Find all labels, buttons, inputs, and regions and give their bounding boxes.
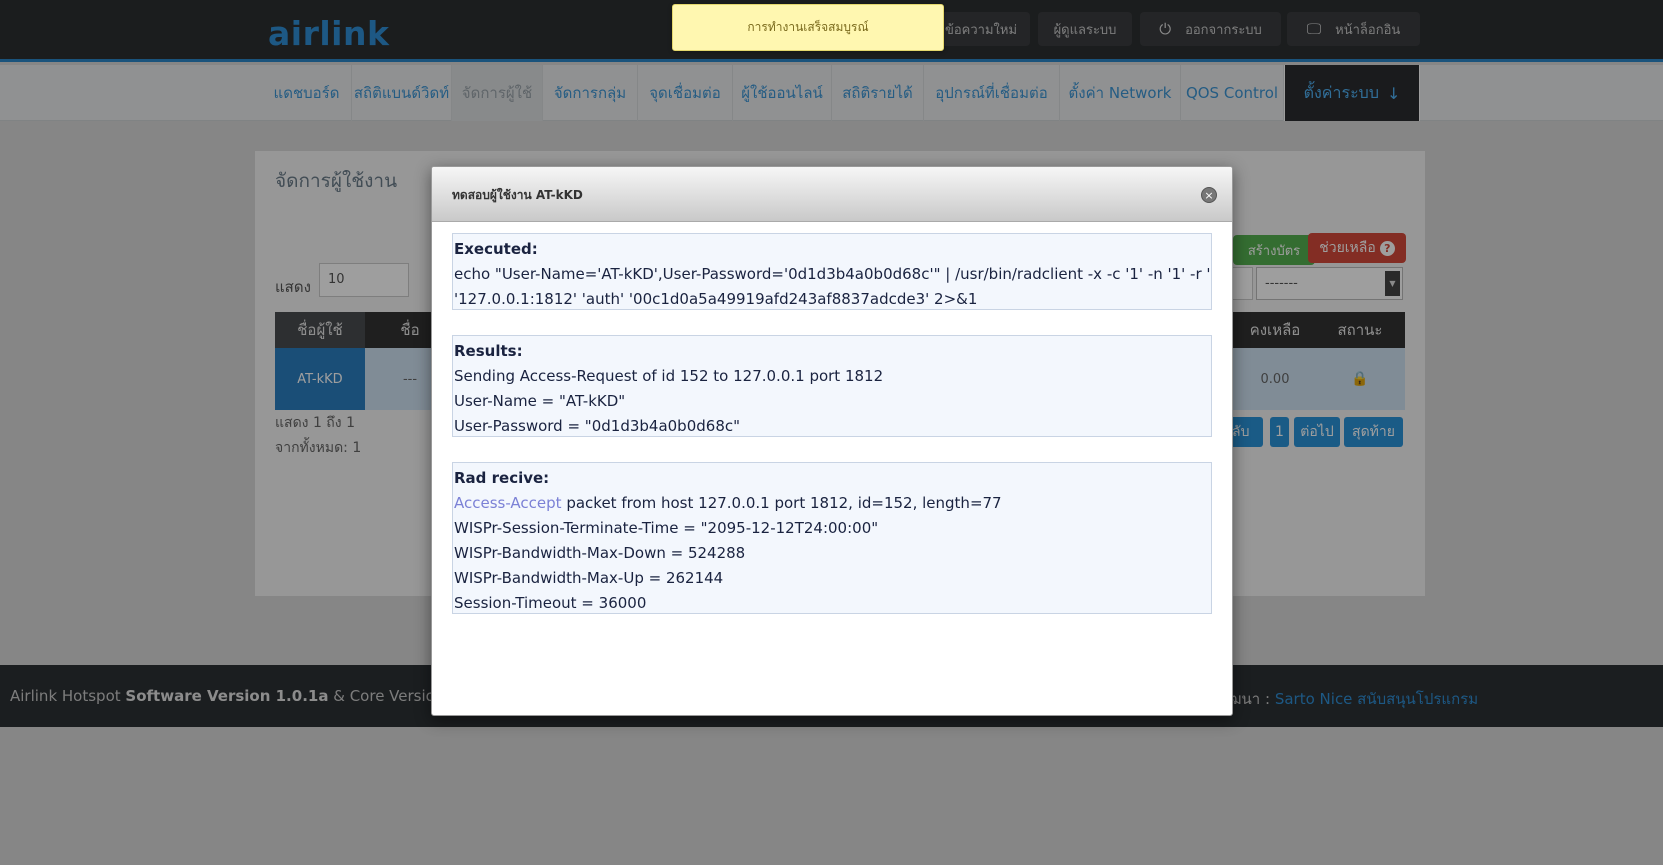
rad-line: WISPr-Bandwidth-Max-Down = 524288 [454,544,746,562]
executed-line: '127.0.0.1:1812' 'auth' '00c1d0a5a49919a… [454,290,978,308]
access-accept-label: Access-Accept [454,494,562,512]
test-user-dialog: ทดสอบผู้ใช้งาน AT-kKD × Executed: echo "… [431,166,1233,716]
dialog-header: ทดสอบผู้ใช้งาน AT-kKD × [432,167,1232,222]
results-line: Sending Access-Request of id 152 to 127.… [454,367,884,385]
close-icon[interactable]: × [1201,187,1217,203]
executed-heading: Executed: [454,240,538,258]
rad-heading: Rad recive: [454,469,550,487]
results-box: Results: Sending Access-Request of id 15… [452,335,1212,437]
results-line: User-Password = "0d1d3b4a0b0d68c" [454,417,741,435]
rad-receive-box: Rad recive: Access-Accept packet from ho… [452,462,1212,614]
access-accept-detail: packet from host 127.0.0.1 port 1812, id… [561,494,1002,512]
rad-line: WISPr-Bandwidth-Max-Up = 262144 [454,569,724,587]
rad-line: WISPr-Session-Terminate-Time = "2095-12-… [454,519,879,537]
executed-line: echo "User-Name='AT-kKD',User-Password='… [454,265,1211,283]
rad-line: Session-Timeout = 36000 [454,594,647,612]
results-line: User-Name = "AT-kKD" [454,392,626,410]
results-heading: Results: [454,342,523,360]
rad-accept-line: Access-Accept packet from host 127.0.0.1… [454,491,1211,516]
executed-box: Executed: echo "User-Name='AT-kKD',User-… [452,233,1212,310]
success-toast: การทำงานเสร็จสมบูรณ์ [672,4,944,51]
dialog-title: ทดสอบผู้ใช้งาน AT-kKD [452,188,583,202]
